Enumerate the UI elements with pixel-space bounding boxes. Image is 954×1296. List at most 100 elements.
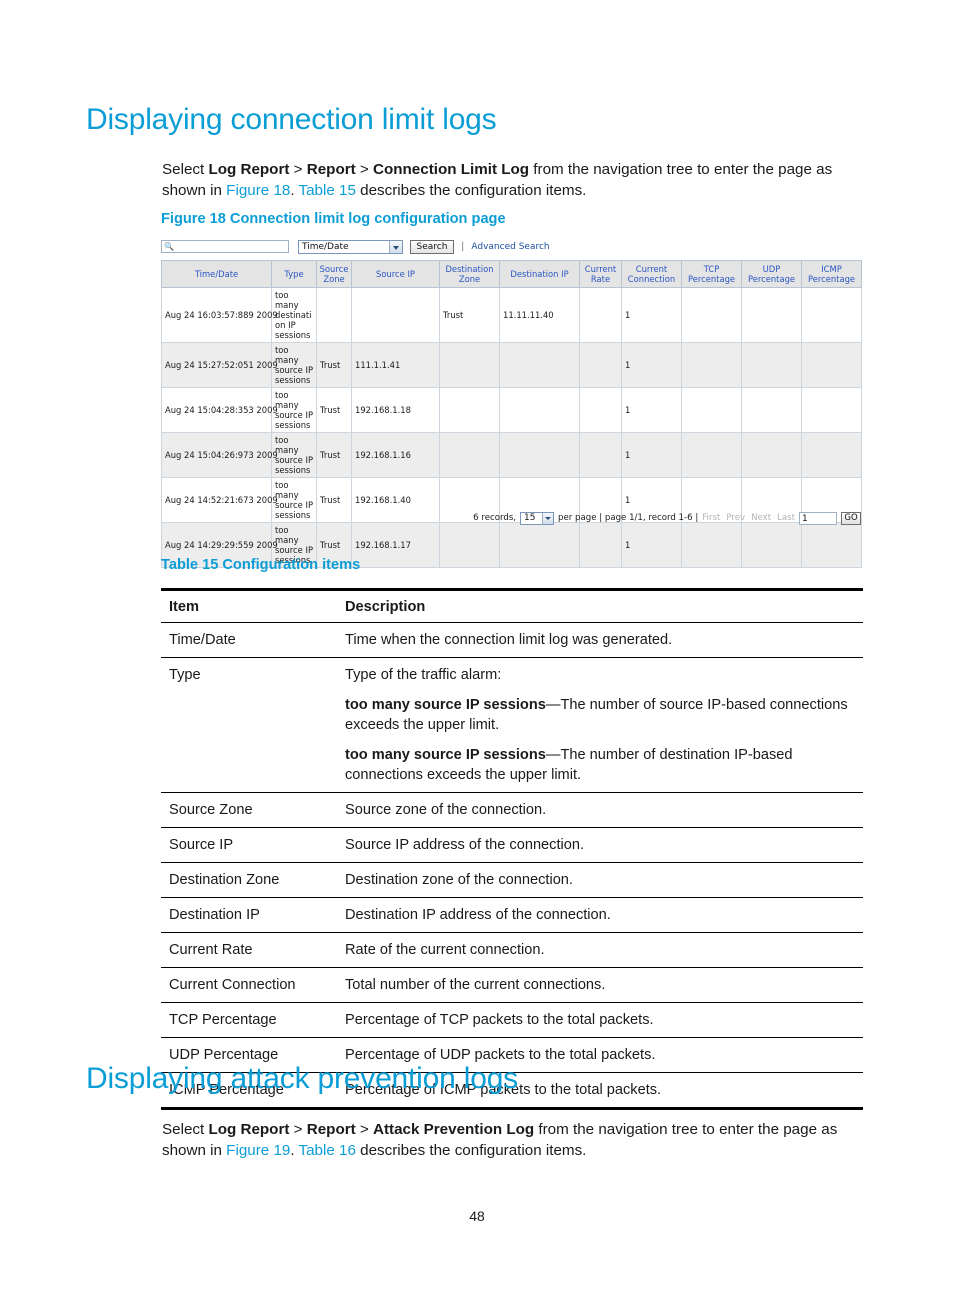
- cell-icmp-percentage: [801, 287, 862, 343]
- cell-tcp-percentage: [681, 387, 742, 433]
- cell-time-date: Aug 24 16:03:57:889 2009: [161, 287, 278, 343]
- cell-current-rate: [579, 522, 622, 568]
- type-desc-bullet-1-term: too many source IP sessions: [345, 697, 546, 713]
- cfg-item-description: Percentage of TCP packets to the total p…: [337, 1002, 863, 1038]
- xref-table-15[interactable]: Table 15: [299, 182, 356, 199]
- table-row[interactable]: Aug 24 16:03:57:889 2009 too many destin…: [161, 287, 862, 343]
- page-title-attack-prevention-logs: Displaying attack prevention logs: [86, 1062, 518, 1095]
- nav-path-log-report: Log Report: [208, 1121, 290, 1138]
- cell-current-rate: [579, 387, 622, 433]
- column-header-current-connection[interactable]: Current Connection: [621, 260, 682, 288]
- column-header-icmp-percentage[interactable]: ICMP Percentage: [801, 260, 862, 288]
- column-header-time-date[interactable]: Time/Date: [161, 260, 272, 288]
- search-input[interactable]: 🔍: [161, 240, 289, 253]
- page-title-connection-limit-logs: Displaying connection limit logs: [86, 103, 497, 136]
- search-toolbar: 🔍 Time/Date Search | Advanced Search: [161, 238, 861, 255]
- cell-type: too many source IP sessions: [271, 432, 317, 478]
- pager-prev-link[interactable]: Prev: [726, 513, 745, 523]
- cfg-header-row: Item Description: [161, 588, 863, 623]
- figure-18-screenshot: 🔍 Time/Date Search | Advanced Search Tim…: [161, 238, 862, 568]
- cell-time-date: Aug 24 15:27:52:051 2009: [161, 342, 278, 388]
- cell-icmp-percentage: [801, 522, 862, 568]
- table-row[interactable]: Aug 24 15:04:26:973 2009 too many source…: [161, 432, 862, 478]
- nav-path-report: Report: [306, 1121, 356, 1138]
- cell-current-rate: [579, 432, 622, 478]
- cell-udp-percentage: [741, 387, 802, 433]
- cell-source-zone: Trust: [316, 342, 352, 388]
- xref-table-16[interactable]: Table 16: [299, 1142, 356, 1159]
- cell-destination-zone: [439, 432, 500, 478]
- cfg-row-current-connection: Current Connection Total number of the c…: [161, 967, 863, 1003]
- column-header-source-ip[interactable]: Source IP: [351, 260, 440, 288]
- pager-first-link[interactable]: First: [702, 513, 720, 523]
- cell-destination-zone: [439, 387, 500, 433]
- cfg-row-destination-zone: Destination Zone Destination zone of the…: [161, 862, 863, 898]
- intro-paragraph-connection: Select Log Report > Report > Connection …: [162, 159, 868, 201]
- table-row[interactable]: Aug 24 15:04:28:353 2009 too many source…: [161, 387, 862, 433]
- per-page-select-value: 15: [524, 512, 536, 523]
- cell-destination-ip: [499, 387, 580, 433]
- cfg-item-label: Current Connection: [161, 967, 337, 1003]
- search-icon: 🔍: [164, 242, 174, 251]
- cfg-row-tcp-percentage: TCP Percentage Percentage of TCP packets…: [161, 1002, 863, 1038]
- cfg-item-label: Destination IP: [161, 897, 337, 933]
- search-button[interactable]: Search: [410, 239, 454, 254]
- column-header-source-zone[interactable]: Source Zone: [316, 260, 352, 288]
- cfg-item-description: Type of the traffic alarm: too many sour…: [337, 657, 863, 793]
- page-number-input-value: 1: [802, 513, 808, 524]
- cell-destination-zone: [439, 342, 500, 388]
- pager-last-link[interactable]: Last: [777, 513, 795, 523]
- nav-path-connection-limit-log: Connection Limit Log: [373, 161, 530, 178]
- cell-current-connection: 1: [621, 342, 682, 388]
- column-header-tcp-percentage[interactable]: TCP Percentage: [681, 260, 742, 288]
- cfg-item-description: Source IP address of the connection.: [337, 827, 863, 863]
- cfg-item-label: Source IP: [161, 827, 337, 863]
- advanced-search-link[interactable]: Advanced Search: [471, 242, 549, 252]
- column-header-udp-percentage[interactable]: UDP Percentage: [741, 260, 802, 288]
- table-header-row: Time/Date Type Source Zone Source IP Des…: [161, 260, 862, 288]
- cell-source-zone: Trust: [316, 432, 352, 478]
- intro-dot: .: [290, 182, 299, 199]
- xref-figure-19[interactable]: Figure 19: [226, 1142, 290, 1159]
- cell-tcp-percentage: [681, 342, 742, 388]
- column-header-type[interactable]: Type: [271, 260, 317, 288]
- type-desc-bullet-1: too many source IP sessions—The number o…: [345, 695, 857, 735]
- cfg-item-label: Time/Date: [161, 622, 337, 658]
- cell-udp-percentage: [741, 522, 802, 568]
- configuration-items-table: Item Description Time/Date Time when the…: [161, 588, 863, 1110]
- intro-lead: Select: [162, 1121, 209, 1138]
- cell-current-rate: [579, 342, 622, 388]
- search-field-select[interactable]: Time/Date: [298, 239, 403, 254]
- column-header-destination-ip[interactable]: Destination IP: [499, 260, 580, 288]
- per-page-select[interactable]: 15: [520, 511, 555, 525]
- intro-tail: describes the configuration items.: [355, 1142, 587, 1159]
- cfg-item-label: Current Rate: [161, 932, 337, 968]
- page-info-label: per page | page 1/1, record 1-6 |: [558, 513, 699, 523]
- column-header-destination-zone[interactable]: Destination Zone: [439, 260, 500, 288]
- cfg-item-description: Destination IP address of the connection…: [337, 897, 863, 933]
- cell-source-ip: 192.168.1.16: [351, 432, 440, 478]
- go-button[interactable]: GO: [841, 511, 861, 525]
- toolbar-divider: |: [461, 241, 465, 252]
- intro-tail: describes the configuration items.: [355, 182, 587, 199]
- nav-sep-2: >: [355, 1121, 373, 1138]
- cfg-item-description: Total number of the current connections.: [337, 967, 863, 1003]
- table-row[interactable]: Aug 24 15:27:52:051 2009 too many source…: [161, 342, 862, 388]
- cfg-item-description: Destination zone of the connection.: [337, 862, 863, 898]
- cell-current-connection: 1: [621, 287, 682, 343]
- column-header-current-rate[interactable]: Current Rate: [579, 260, 622, 288]
- cell-current-connection: 1: [621, 432, 682, 478]
- page-number-input[interactable]: 1: [799, 511, 837, 525]
- cfg-column-header-description: Description: [337, 588, 863, 623]
- cfg-row-type: Type Type of the traffic alarm: too many…: [161, 657, 863, 793]
- chevron-down-icon[interactable]: [389, 240, 402, 253]
- nav-path-log-report: Log Report: [208, 161, 290, 178]
- xref-figure-18[interactable]: Figure 18: [226, 182, 290, 199]
- nav-path-attack-prevention-log: Attack Prevention Log: [373, 1121, 535, 1138]
- cell-destination-ip: [499, 342, 580, 388]
- cell-icmp-percentage: [801, 387, 862, 433]
- pager-next-link[interactable]: Next: [751, 513, 771, 523]
- chevron-down-icon[interactable]: [542, 512, 554, 524]
- search-field-select-value: Time/Date: [302, 241, 349, 252]
- records-count-label: 6 records,: [473, 513, 517, 523]
